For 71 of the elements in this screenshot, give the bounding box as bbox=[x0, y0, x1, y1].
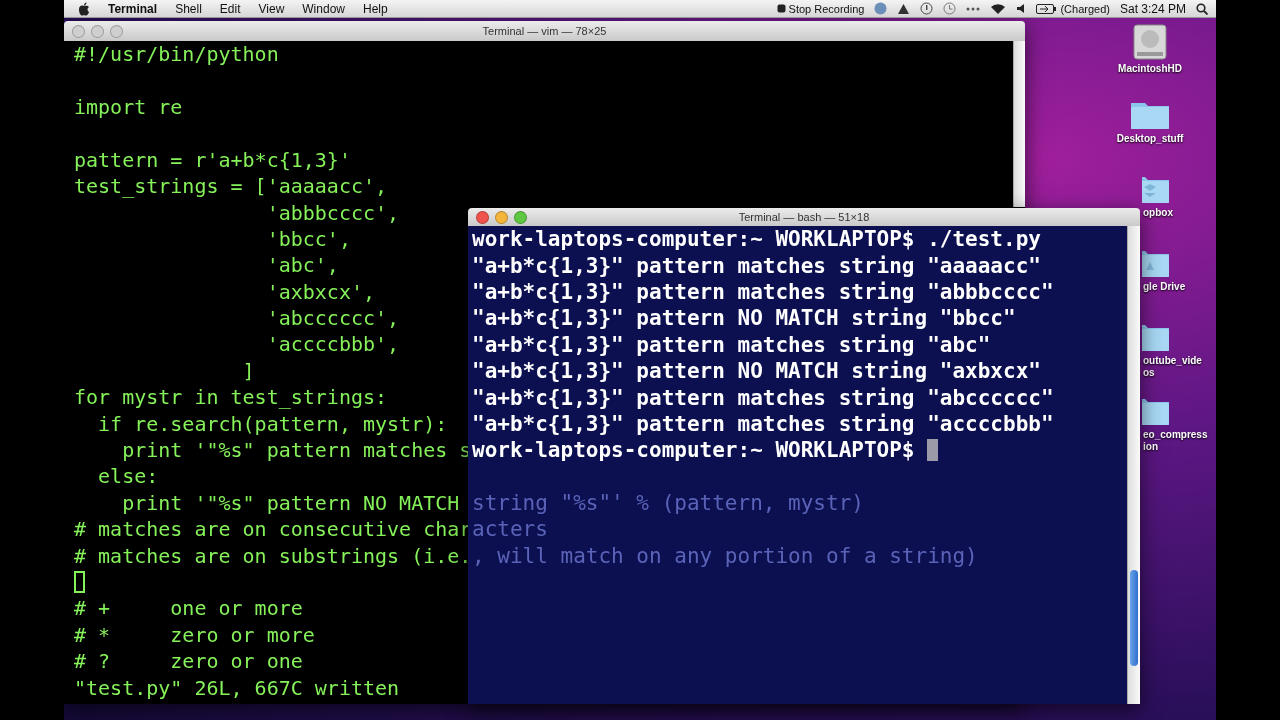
triangle-icon[interactable] bbox=[897, 2, 911, 15]
icon-label: opbox bbox=[1143, 207, 1173, 219]
code-line: # * zero or more bbox=[74, 622, 315, 647]
code-line: #!/usr/bin/python bbox=[74, 42, 279, 67]
code-line: for mystr in test_strings: bbox=[74, 385, 388, 410]
close-button[interactable] bbox=[476, 210, 489, 224]
hard-drive-icon[interactable] bbox=[1133, 24, 1167, 60]
text-cursor bbox=[74, 571, 85, 593]
code-line: pattern = r'a+b*c{1,3}' bbox=[74, 147, 351, 172]
code-line: else: bbox=[97, 464, 159, 489]
code-line: import re bbox=[74, 94, 183, 119]
menu-item[interactable]: Shell bbox=[175, 1, 202, 16]
code-line: print '"%s" pattern NO MATCH bbox=[121, 490, 460, 515]
code-line: 'abcccccc', bbox=[265, 306, 400, 331]
app-menu[interactable]: Terminal bbox=[108, 1, 158, 16]
icon-label: outube_vide bbox=[1143, 355, 1202, 367]
wifi-icon[interactable] bbox=[990, 2, 1007, 15]
menu-item[interactable]: View bbox=[258, 1, 285, 16]
globe-icon[interactable] bbox=[874, 2, 888, 15]
menu-item[interactable]: Help bbox=[363, 1, 388, 16]
terminal-line: "a+b*c{1,3}" pattern matches string "abbbcccc" bbox=[472, 279, 1054, 304]
terminal-line: "a+b*c{1,3}" pattern NO MATCH string "bbcc" bbox=[472, 306, 1016, 331]
alert-icon[interactable] bbox=[920, 2, 934, 15]
terminal-line: "a+b*c{1,3}" pattern matches string "aaaaacc" bbox=[472, 253, 1041, 278]
scrollbar[interactable] bbox=[1013, 41, 1025, 207]
terminal-line: work-laptops-computer:~ WORKLAPTOP$ ./test.py bbox=[472, 227, 1041, 252]
window-title: Terminal — vim — 78×25 bbox=[482, 25, 607, 37]
code-line: 'accccbbb', bbox=[265, 332, 400, 357]
apple-icon[interactable] bbox=[78, 1, 90, 16]
code-line: # ? zero or one bbox=[74, 649, 303, 674]
menu-item[interactable]: Window bbox=[302, 1, 345, 16]
battery-icon[interactable] bbox=[1036, 3, 1057, 14]
faded-code-line: string "%s"' % (pattern, mystr) bbox=[472, 491, 864, 516]
stop-recording-menu[interactable]: Stop Recording bbox=[788, 2, 865, 15]
window-title: Terminal — bash — 51×18 bbox=[738, 211, 870, 223]
code-line: 'bbcc', bbox=[265, 226, 351, 251]
menu-clock[interactable]: Sat 3:24 PM bbox=[1119, 1, 1186, 16]
dots-icon[interactable] bbox=[966, 5, 981, 12]
terminal-line: "a+b*c{1,3}" pattern NO MATCH string "axbxcx" bbox=[472, 359, 1041, 384]
scrollbar[interactable] bbox=[1127, 226, 1140, 704]
code-line: "test.py" 26L, 667C written bbox=[74, 675, 400, 700]
code-line: test_strings = ['aaaaacc', bbox=[74, 174, 388, 199]
terminal-line: "a+b*c{1,3}" pattern matches string "abcccccc" bbox=[472, 385, 1054, 410]
text-cursor bbox=[927, 439, 939, 462]
icon-label: Desktop_stuff bbox=[1116, 133, 1184, 145]
menu-item[interactable]: Edit bbox=[219, 1, 241, 16]
zoom-button[interactable] bbox=[514, 210, 527, 224]
code-line: # matches are on substrings (i.e. bbox=[74, 543, 472, 568]
code-line: 'axbxcx', bbox=[265, 279, 376, 304]
icon-label: eo_compress bbox=[1143, 429, 1208, 441]
faded-code-line: acters bbox=[472, 517, 548, 542]
faded-code-line: , will match on any portion of a string) bbox=[472, 543, 978, 568]
icon-label: ion bbox=[1143, 441, 1158, 453]
code-line: 'abc', bbox=[265, 253, 339, 278]
terminal-line: work-laptops-computer:~ WORKLAPTOP$ bbox=[472, 438, 915, 463]
terminal-line: "a+b*c{1,3}" pattern matches string "accccbbb" bbox=[472, 411, 1054, 436]
code-line: # + one or more bbox=[74, 596, 303, 621]
battery-status: (Charged) bbox=[1060, 2, 1110, 15]
icon-label: gle Drive bbox=[1143, 281, 1186, 293]
search-icon[interactable] bbox=[1196, 2, 1208, 15]
terminal-line: "a+b*c{1,3}" pattern matches string "abc" bbox=[472, 332, 991, 357]
code-line: # matches are on consecutive char bbox=[74, 517, 472, 542]
code-line: if re.search(pattern, mystr): bbox=[97, 411, 448, 436]
code-line: ] bbox=[241, 358, 255, 383]
icon-label: os bbox=[1143, 367, 1155, 379]
clock-icon[interactable] bbox=[943, 2, 957, 15]
volume-icon[interactable] bbox=[1016, 3, 1027, 14]
scroll-thumb[interactable] bbox=[1130, 570, 1138, 666]
stop-icon[interactable] bbox=[776, 4, 786, 13]
icon-label: MacintoshHD bbox=[1118, 63, 1182, 75]
code-line: 'abbbcccc', bbox=[265, 200, 400, 225]
